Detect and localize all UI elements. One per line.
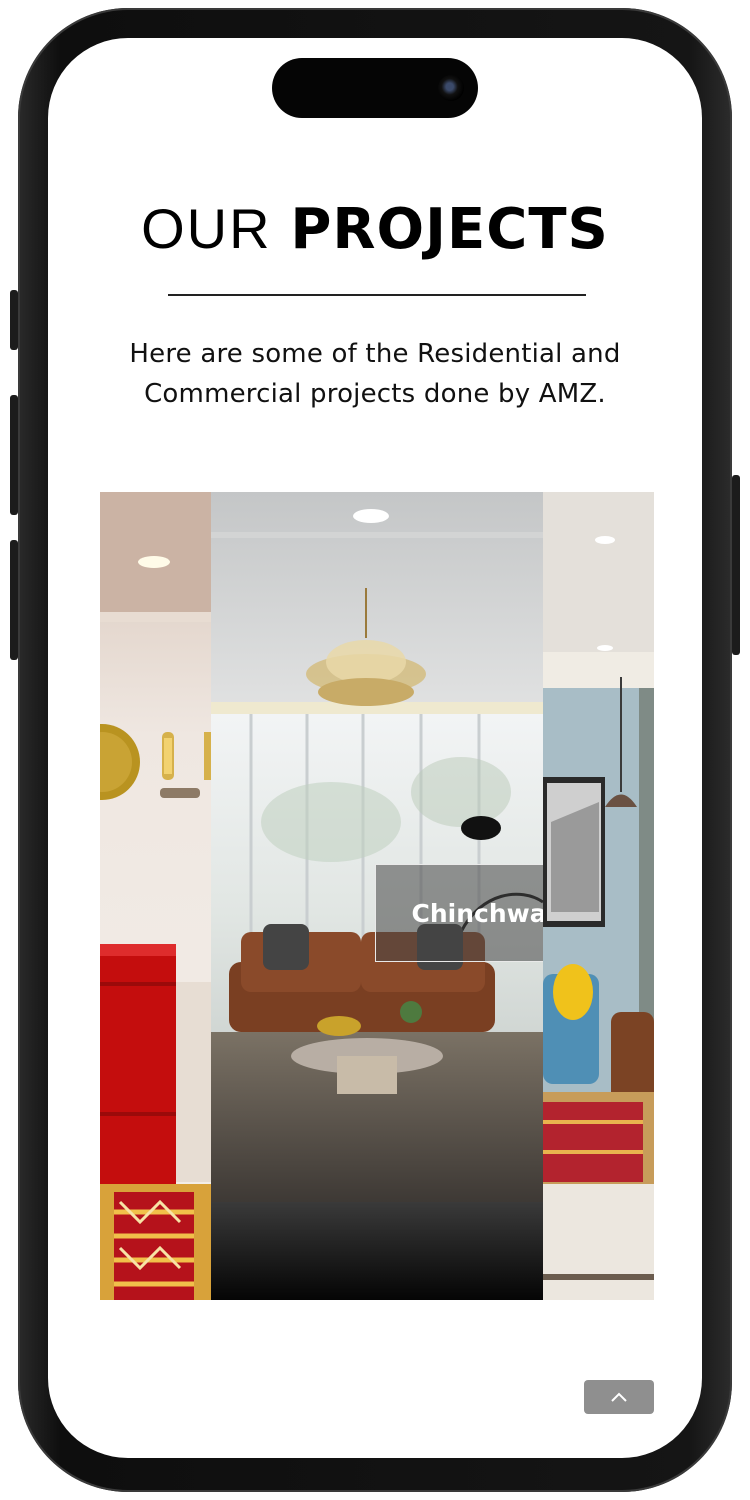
projects-gallery[interactable]: Chinchwad	[100, 492, 654, 1300]
project-slide-right[interactable]	[543, 492, 654, 1300]
scroll-to-top-button[interactable]	[584, 1380, 654, 1414]
dynamic-island	[272, 58, 478, 118]
title-bold: PROJECTS	[290, 197, 609, 262]
phone-screen: OUR PROJECTS Here are some of the Reside…	[48, 38, 702, 1458]
project-slide-left[interactable]	[100, 492, 211, 1300]
title-light: OUR	[141, 197, 272, 260]
page-title: OUR PROJECTS	[48, 196, 702, 262]
phone-volume-down	[10, 540, 18, 660]
project-slide-center[interactable]: Chinchwad	[211, 492, 543, 1300]
phone-power-button	[732, 475, 740, 655]
phone-silent-switch	[10, 290, 18, 350]
project-image-left	[100, 492, 211, 1300]
page-description: Here are some of the Residential and Com…	[129, 339, 621, 409]
title-divider	[168, 294, 586, 296]
chevron-up-icon	[611, 1392, 627, 1402]
camera-icon	[438, 75, 464, 101]
phone-volume-up	[10, 395, 18, 515]
project-image-right	[543, 492, 654, 1300]
project-caption[interactable]: Chinchwad	[375, 864, 543, 962]
